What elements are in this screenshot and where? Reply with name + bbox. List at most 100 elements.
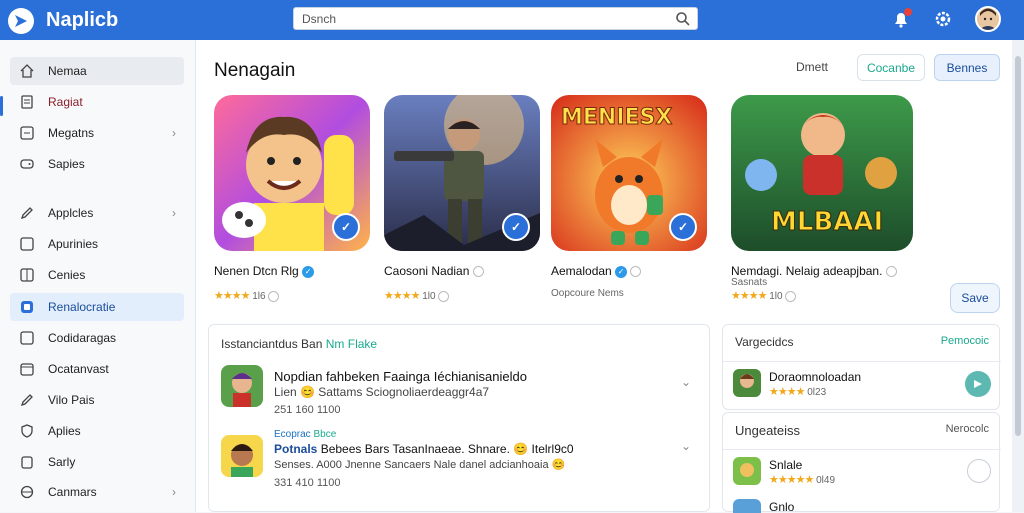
list-item-title: Potnals Bebees Bars TasanInaeae. Shnare.… — [274, 442, 574, 456]
list-item[interactable]: Ecoprac Bbce Potnals Bebees Bars TasanIn… — [221, 429, 691, 499]
game-logo-text: MENIESX — [560, 105, 673, 131]
active-marker — [0, 96, 3, 116]
sidebar-item-cenies[interactable]: Cenies — [10, 261, 184, 289]
app-store-icon — [21, 301, 33, 313]
list-item[interactable]: Snlale ★★★★★ 0l49 — [733, 457, 991, 495]
gamepad-icon — [20, 159, 34, 169]
app-logo-icon[interactable] — [8, 8, 34, 34]
list-item[interactable]: Gnlo — [733, 499, 991, 513]
sidebar-item-label: Sarly — [48, 455, 76, 469]
list-icon — [20, 126, 34, 140]
notifications-icon[interactable] — [890, 8, 914, 32]
sidebar-item-label: Applcles — [48, 206, 94, 220]
panel-header: Vargecidcs — [735, 335, 794, 349]
list-item[interactable]: Nopdian fahbeken Faainga Iéchianisanield… — [221, 365, 691, 435]
app-artwork: ✓ — [384, 95, 540, 251]
star-rating-icon: ★★★★★ — [769, 474, 814, 486]
verified-icon: ✓ — [302, 265, 315, 278]
home-icon — [20, 64, 34, 78]
scrollbar[interactable] — [1012, 40, 1024, 512]
chip-cocanbe[interactable]: Cocanbe — [857, 54, 925, 81]
sidebar-item-sarly[interactable]: Sarly — [10, 448, 184, 476]
sidebar-item-aplies[interactable]: Aplies — [10, 417, 184, 445]
list-item-tag: Ecoprac Bbce — [274, 429, 337, 440]
star-rating-icon: ★★★★ — [384, 290, 420, 302]
box-icon — [20, 331, 34, 345]
info-icon[interactable] — [630, 266, 642, 278]
top-bar: Naplicb Dsnch — [0, 0, 1024, 40]
sidebar-item-nemaa[interactable]: Nemaa — [10, 57, 184, 85]
list-item-desc: Senses. A000 Jnenne Sancaers Nale danel … — [274, 459, 566, 471]
game-logo-text: MLBAAI — [770, 207, 884, 238]
star-rating-icon: ★★★★ — [731, 290, 767, 302]
search-icon[interactable] — [675, 11, 691, 27]
list-item-meta: 331 410 1100 — [274, 477, 341, 489]
sidebar-item-label: Ocatanvast — [48, 362, 109, 376]
app-title: Nenen Dtcn Rlg ✓ — [214, 264, 315, 278]
chevron-right-icon: › — [172, 126, 176, 140]
info-icon[interactable] — [472, 266, 484, 278]
sidebar-item-label: Aplies — [48, 424, 81, 438]
side-panel-top: Vargecidcs Pemocoic Doraomnoloadan ★★★★ … — [722, 324, 1001, 410]
sidebar-item-ocatanvast[interactable]: Ocatanvast — [10, 355, 184, 383]
sidebar-item-megatns[interactable]: Megatns › — [10, 119, 184, 147]
sidebar: Nemaa Ragiat Megatns › Sapies Applcles ›… — [0, 40, 196, 512]
list-item-meta: 251 160 1100 — [274, 404, 341, 416]
clipboard-icon — [21, 456, 33, 469]
info-icon[interactable] — [885, 266, 897, 278]
chevron-down-icon[interactable]: ⌄ — [681, 375, 691, 389]
list-item[interactable]: Doraomnoloadan ★★★★ 0l23 — [733, 369, 991, 407]
sidebar-item-apurinies[interactable]: Apurinies — [10, 230, 184, 258]
app-title: Aemalodan ✓ — [551, 264, 642, 278]
install-icon[interactable] — [965, 371, 991, 397]
panel-header: Isstanciantdus Ban Nm Flake — [221, 337, 378, 351]
user-avatar[interactable] — [975, 6, 1001, 32]
list-item-desc: Lien 😊 Sattams Sciognoliaerdeaggr4a7 — [274, 385, 490, 399]
sidebar-item-label: Canmars — [48, 485, 97, 499]
pencil-icon — [20, 394, 33, 407]
document-icon — [21, 95, 33, 109]
sidebar-item-sapies[interactable]: Sapies — [10, 150, 184, 178]
panel-link[interactable]: Nerocolc — [946, 423, 989, 435]
panel-link[interactable]: Pemocoic — [941, 335, 989, 347]
app-subtitle: Sasnats — [731, 277, 768, 288]
app-name: Naplicb — [46, 9, 119, 31]
sidebar-item-canmars[interactable]: Canmars › — [10, 478, 184, 506]
chip-bennes[interactable]: Bennes — [934, 54, 1000, 81]
info-icon[interactable] — [268, 290, 280, 302]
chevron-down-icon[interactable]: ⌄ — [681, 439, 691, 453]
app-title: Caosoni Nadian — [384, 264, 484, 278]
list-item-rating: ★★★★ 0l23 — [769, 386, 827, 398]
sidebar-item-label: Renalocratie — [48, 300, 116, 314]
recommendations-panel: Isstanciantdus Ban Nm Flake Nopdian fahb… — [208, 324, 710, 512]
main-content: Nenagain Dmett Cocanbe Bennes ✓ Nenen Dt… — [196, 40, 1012, 513]
sidebar-item-label: Codidaragas — [48, 331, 117, 345]
sidebar-item-renalocratie[interactable]: Renalocratie — [10, 293, 184, 321]
search-input[interactable]: Dsnch — [293, 7, 698, 30]
sidebar-item-label: Ragiat — [48, 95, 83, 109]
expand-icon[interactable] — [967, 459, 991, 483]
app-thumbnail — [733, 369, 761, 397]
app-rating: ★★★★ 1l0 — [731, 289, 797, 302]
star-rating-icon: ★★★★ — [214, 290, 250, 302]
sidebar-item-vilo-pais[interactable]: Vilo Pais — [10, 386, 184, 414]
sidebar-item-ragiat[interactable]: Ragiat — [10, 88, 184, 116]
sidebar-item-applcles[interactable]: Applcles › — [10, 199, 184, 227]
scrollbar-thumb[interactable] — [1015, 56, 1021, 436]
verified-badge-icon: ✓ — [332, 213, 360, 241]
info-icon[interactable] — [438, 290, 450, 302]
sidebar-item-label: Sapies — [48, 157, 85, 171]
chip-dmett[interactable]: Dmett — [778, 54, 846, 81]
square-icon — [20, 237, 34, 251]
sidebar-item-label: Vilo Pais — [48, 393, 95, 407]
app-title: Nemdagi. Nelaig adeapjban. — [731, 264, 897, 278]
grid-icon — [20, 268, 34, 282]
app-thumbnail — [733, 499, 761, 513]
info-icon[interactable] — [785, 290, 797, 302]
sidebar-item-codidaragas[interactable]: Codidaragas — [10, 324, 184, 352]
app-subtitle: Oopcoure Nems — [551, 288, 624, 299]
save-button[interactable]: Save — [950, 283, 1000, 313]
gear-icon[interactable] — [932, 8, 956, 32]
verified-badge-icon: ✓ — [502, 213, 530, 241]
verified-badge-icon: ✓ — [669, 213, 697, 241]
